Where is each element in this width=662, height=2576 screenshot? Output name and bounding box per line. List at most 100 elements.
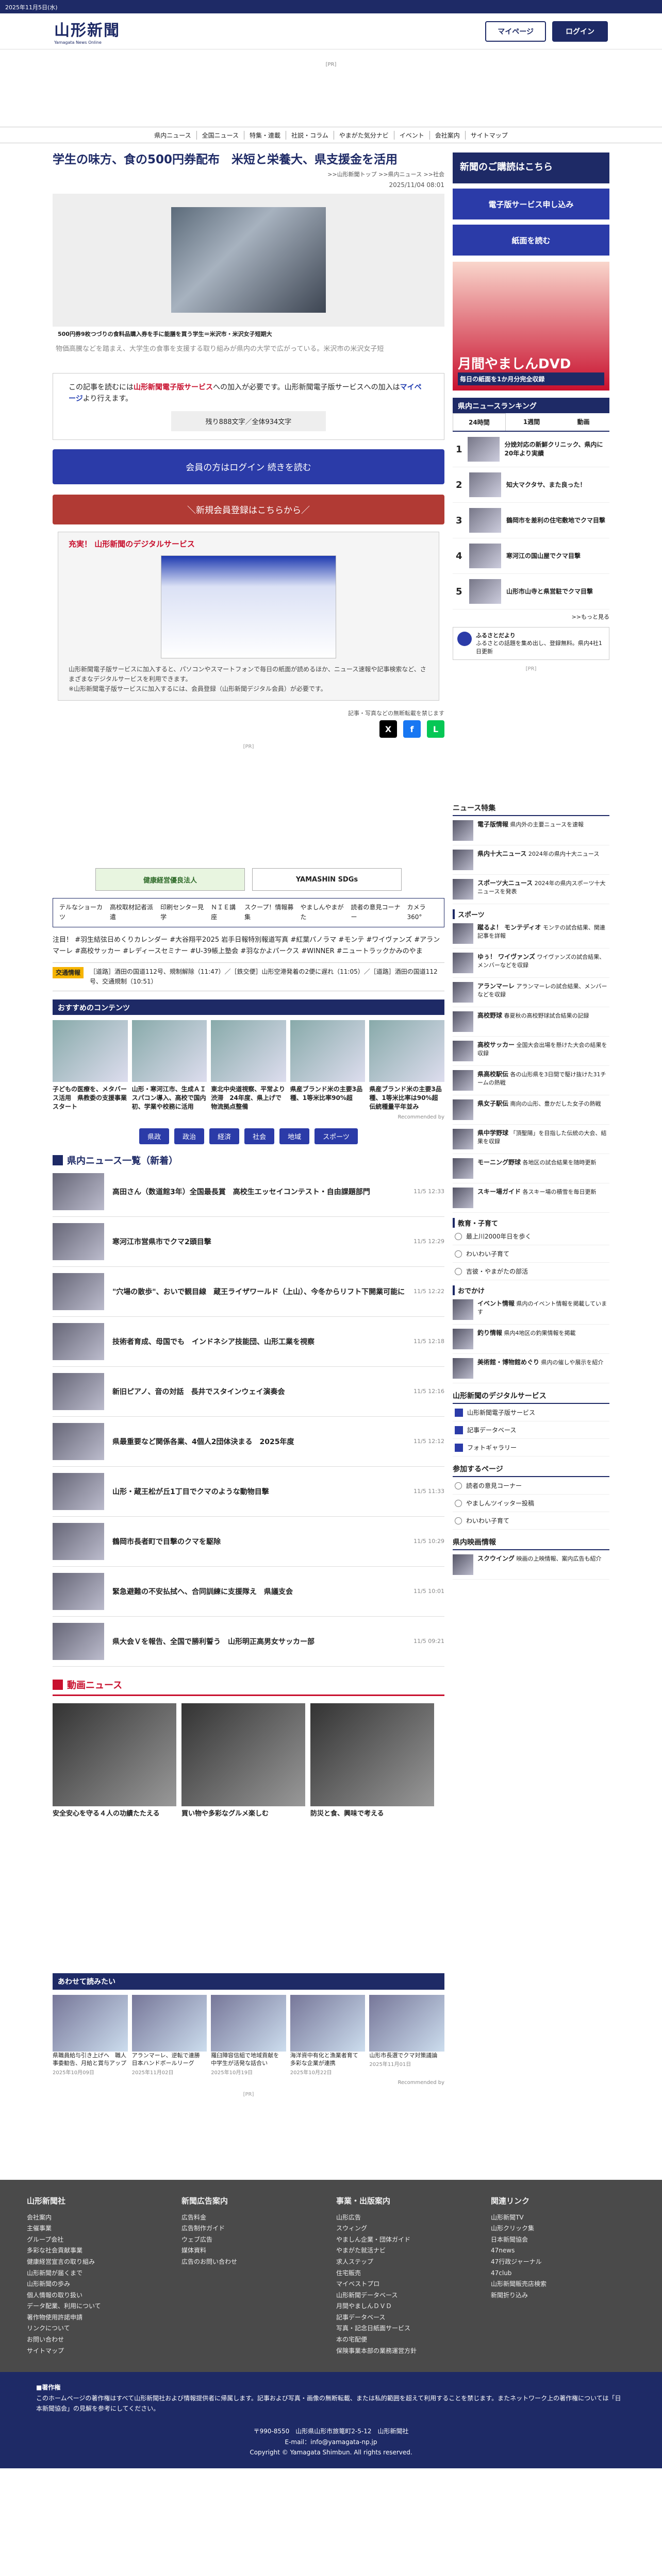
ranking-item[interactable]: 5 山形市山寺と県営駐でクマ目撃 bbox=[453, 574, 609, 609]
list-item[interactable]: 山形・蔵王松が丘1丁目でクマのような動物目撃 11/5 11:33 bbox=[53, 1467, 444, 1517]
sports-item[interactable]: 高校野球 春夏秋の高校野球試合結果の記録 bbox=[453, 1007, 609, 1037]
join-item[interactable]: わいわい子育て bbox=[453, 1512, 609, 1530]
list-item[interactable]: 新旧ピアノ、音の対話 長井でスタインウェイ演奏会 11/5 12:16 bbox=[53, 1367, 444, 1417]
login-continue-button[interactable]: 会員の方はログイン 続きを読む bbox=[53, 449, 444, 484]
footer-link[interactable]: お問い合わせ bbox=[27, 2334, 145, 2346]
list-item[interactable]: 寒河江市営県市でクマ2頭目撃 11/5 12:29 bbox=[53, 1217, 444, 1267]
recommend-card[interactable]: 県産ブランド米の主要3品種、1等米比率90%超 bbox=[290, 1020, 366, 1111]
outing-item[interactable]: 釣り情報 県内4地区の釣果情報を掲載 bbox=[453, 1325, 609, 1354]
footer-link[interactable]: 個人情報の取り扱い bbox=[27, 2290, 145, 2301]
footer-link[interactable]: 媒体資料 bbox=[181, 2245, 300, 2257]
sports-item[interactable]: 県女子駅伝 南向の山形、豊かだした女子の熱戦 bbox=[453, 1095, 609, 1125]
read-paper-button[interactable]: 紙面を読む bbox=[453, 225, 609, 256]
service-link[interactable]: 読者の意見コーナー bbox=[351, 903, 402, 922]
sports-item[interactable]: アランマーレ アランマーレの試合結果、メンバーなどを収録 bbox=[453, 978, 609, 1008]
footer-link[interactable]: 広告制作ガイド bbox=[181, 2223, 300, 2234]
promo-image[interactable] bbox=[161, 555, 336, 658]
facebook-share-icon[interactable]: f bbox=[403, 720, 421, 738]
recommend-card[interactable]: 東北中央道視察、平常より渋滞 24年度、県上げで物流拠点整備 bbox=[211, 1020, 286, 1111]
footer-link[interactable]: 山形新聞データベース bbox=[336, 2290, 455, 2301]
footer-link[interactable]: 山形新聞TV bbox=[491, 2212, 609, 2224]
digital-item[interactable]: フォトギャラリー bbox=[453, 1439, 609, 1457]
outing-item[interactable]: イベント情報 県内のイベント情報を掲載しています bbox=[453, 1295, 609, 1325]
mypage-button[interactable]: マイページ bbox=[485, 21, 546, 42]
footer-link[interactable]: 山形広告 bbox=[336, 2212, 455, 2224]
sports-item[interactable]: ゆぅ！ ワイヴァンズ ワイヴァンズの試合結果、メンバーなどを収録 bbox=[453, 948, 609, 978]
footer-link[interactable]: 住宅販売 bbox=[336, 2268, 455, 2279]
recommend-card[interactable]: 子どもの医療を、メタバース活用 県教委の支援事業スタート bbox=[53, 1020, 128, 1111]
service-link[interactable]: 印刷センター見学 bbox=[160, 903, 206, 922]
sports-item[interactable]: スキー場ガイド 各スキー場の積雪を毎日更新 bbox=[453, 1183, 609, 1213]
footer-link[interactable]: 多彩な社会貢献事業 bbox=[27, 2245, 145, 2257]
list-item[interactable]: 高田さん（数道館3年）全国最長賞 高校生エッセイコンテスト・自由課題部門 11/5… bbox=[53, 1167, 444, 1217]
footer-link[interactable]: 山形新聞が届くまで bbox=[27, 2268, 145, 2279]
footer-link[interactable]: 本の宅配便 bbox=[336, 2334, 455, 2346]
category-button[interactable]: 経済 bbox=[209, 1128, 240, 1144]
ranking-item[interactable]: 2 知大マクタサ、また良った！ bbox=[453, 467, 609, 503]
service-link[interactable]: スクープ！情報募集 bbox=[244, 903, 295, 922]
article-photo[interactable] bbox=[171, 207, 326, 313]
outing-item[interactable]: 美術館・博物館めぐり 県内の催しや展示を紹介 bbox=[453, 1354, 609, 1384]
footer-link[interactable]: 広告のお問い合わせ bbox=[181, 2257, 300, 2268]
footer-link[interactable]: データ配業、利用について bbox=[27, 2301, 145, 2312]
list-item[interactable]: 緊急避難の不安払拭へ、合同訓練に支援隊え 県議支会 11/5 10:01 bbox=[53, 1567, 444, 1617]
category-button[interactable]: 政治 bbox=[174, 1128, 205, 1144]
footer-link[interactable]: 写真・記念日紙面サービス bbox=[336, 2323, 455, 2334]
category-button[interactable]: 県政 bbox=[139, 1128, 170, 1144]
line-share-icon[interactable]: L bbox=[427, 720, 444, 738]
x-share-icon[interactable]: X bbox=[379, 720, 397, 738]
ranking-item[interactable]: 3 鶴岡市を差利の住宅敷地でクマ目撃 bbox=[453, 503, 609, 538]
service-link[interactable]: ＮＩＥ講座 bbox=[211, 903, 239, 922]
related-card[interactable]: 山形市長選でクマ対策議論 2025年11月01日 bbox=[369, 1994, 444, 2077]
footer-link[interactable]: 日本新聞協会 bbox=[491, 2234, 609, 2246]
feature-item[interactable]: 県内十大ニュース 2024年の県内十大ニュース bbox=[453, 845, 609, 875]
gnav-item[interactable]: 社説・コラム bbox=[286, 130, 334, 140]
feature-item[interactable]: スポーツ大ニュース 2024年の県内スポーツ十大ニュースを発表 bbox=[453, 875, 609, 905]
list-item[interactable]: 県最重要など関係各業、4個人2団体決まる 2025年度 11/5 12:12 bbox=[53, 1417, 444, 1467]
tab-video[interactable]: 動画 bbox=[557, 413, 609, 431]
gnav-item[interactable]: 県内ニュース bbox=[149, 130, 197, 140]
category-button[interactable]: スポーツ bbox=[315, 1128, 358, 1144]
footer-link[interactable]: 47news bbox=[491, 2245, 609, 2257]
footer-link[interactable]: 47行政ジャーナル bbox=[491, 2257, 609, 2268]
video-card[interactable]: 買い物や多彩なグルメ楽しむ bbox=[181, 1703, 305, 1819]
video-card[interactable]: 安全安心を守る４人の功績たたえる bbox=[53, 1703, 176, 1819]
sports-item[interactable]: 高校サッカー 全国大会出場を懸けた大会の結果を収録 bbox=[453, 1037, 609, 1066]
related-card[interactable]: 羅臼陣容信組で地域貢献を 中学生が活発な話合い 2025年10月19日 bbox=[211, 1994, 286, 2077]
gnav-item[interactable]: 会社案内 bbox=[430, 130, 466, 140]
digital-signup-button[interactable]: 電子版サービス申し込み bbox=[453, 189, 609, 219]
footer-link[interactable]: 47club bbox=[491, 2268, 609, 2279]
recommend-card[interactable]: 県産ブランド米の主要3品種、1等米比率は90%超 伝統種量平年並み bbox=[369, 1020, 444, 1111]
footer-link[interactable]: 健康経営宣言の取り組み bbox=[27, 2257, 145, 2268]
footer-link[interactable]: ウェブ広告 bbox=[181, 2234, 300, 2246]
gnav-item[interactable]: 全国ニュース bbox=[197, 130, 245, 140]
footer-link[interactable]: 保険事業本部の業務運営方針 bbox=[336, 2346, 455, 2357]
footer-link[interactable]: マイベストプロ bbox=[336, 2279, 455, 2290]
footer-link[interactable]: 広告料金 bbox=[181, 2212, 300, 2224]
email[interactable]: E-mail：info@yamagata-np.jp bbox=[36, 2437, 626, 2447]
service-link[interactable]: カメラ360° bbox=[407, 903, 438, 922]
register-button[interactable]: ＼新規会員登録はこちらから／ bbox=[53, 494, 444, 524]
list-item[interactable]: 鶴岡市長者町で目撃のクマを駆除 11/5 10:29 bbox=[53, 1517, 444, 1567]
dvd-ad[interactable]: 月間やましんDVD 毎日の紙面を1か月分完全収録 bbox=[453, 262, 609, 391]
footer-link[interactable]: 山形新聞の歩み bbox=[27, 2279, 145, 2290]
ranking-more-link[interactable]: >>もっと見る bbox=[453, 613, 609, 621]
education-item[interactable]: わいわい子育て bbox=[453, 1245, 609, 1263]
service-link[interactable]: テルなショーカツ bbox=[59, 903, 105, 922]
footer-link[interactable]: やましん企業・団体ガイド bbox=[336, 2234, 455, 2246]
gnav-item[interactable]: イベント bbox=[394, 130, 430, 140]
paywall-service-link[interactable]: 山形新聞電子版サービス bbox=[134, 383, 213, 392]
footer-link[interactable]: グループ会社 bbox=[27, 2234, 145, 2246]
join-item[interactable]: 読者の意見コーナー bbox=[453, 1477, 609, 1495]
category-button[interactable]: 社会 bbox=[244, 1128, 275, 1144]
traffic-text[interactable]: ［道路］酒田の国道112号、規制解除（11:47）／［鉄交便］山形空港発着の2便… bbox=[90, 967, 444, 987]
recommend-card[interactable]: 山形・寒河江市、生成ＡＩスパコン導入、高校で国内初、学業や校務に活用 bbox=[131, 1020, 207, 1111]
sports-item[interactable]: 県高校駅伝 各の山形県を3日間で駆け抜けた31チームの熱戦 bbox=[453, 1066, 609, 1096]
subscribe-header[interactable]: 新聞のご購読はこちら bbox=[453, 152, 609, 183]
sdgs-banner[interactable]: YAMASHIN SDGs bbox=[252, 868, 402, 891]
digital-item[interactable]: 山形新聞電子版サービス bbox=[453, 1404, 609, 1422]
footer-link[interactable]: サイトマップ bbox=[27, 2346, 145, 2357]
footer-link[interactable]: 山形クリック集 bbox=[491, 2223, 609, 2234]
footer-link[interactable]: 著作物使用許諾申請 bbox=[27, 2312, 145, 2324]
footer-link[interactable]: 記事データベース bbox=[336, 2312, 455, 2324]
